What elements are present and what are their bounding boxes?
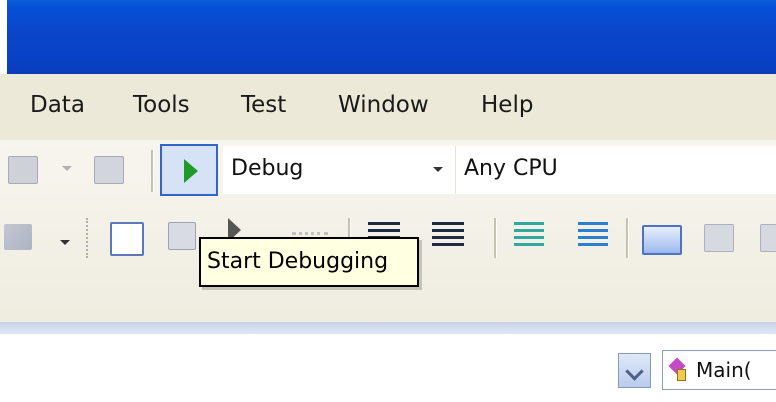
comment-lines-icon[interactable]: [514, 222, 544, 250]
type-dropdown-button[interactable]: [618, 353, 651, 388]
navigation-bar: [0, 322, 776, 402]
format-icon[interactable]: [4, 224, 32, 250]
tooltip: Start Debugging: [199, 237, 419, 287]
configuration-value: Debug: [231, 156, 304, 181]
member-combo[interactable]: Main(: [662, 350, 776, 390]
navigate-forward-icon[interactable]: [94, 156, 124, 184]
tooltip-text: Start Debugging: [207, 249, 389, 274]
menu-data[interactable]: Data: [30, 88, 85, 122]
navigate-dropdown-icon[interactable]: [62, 166, 72, 171]
toolbar-options-icon[interactable]: [60, 240, 70, 245]
copy-icon[interactable]: [168, 222, 196, 250]
toolbar-divider: [494, 218, 497, 258]
title-bar: [0, 0, 776, 74]
toolbar-grip[interactable]: [86, 218, 90, 258]
solution-platforms-combo[interactable]: Any CPU: [455, 146, 776, 194]
chevron-down-icon: [625, 362, 644, 381]
document-icon[interactable]: [110, 222, 144, 256]
chevron-down-icon[interactable]: [433, 167, 443, 172]
platform-value: Any CPU: [464, 156, 558, 181]
document-tab-strip: [0, 322, 776, 334]
play-icon: [184, 159, 198, 183]
previous-bookmark-icon[interactable]: [704, 224, 734, 252]
bookmark-icon[interactable]: [642, 225, 682, 255]
menu-test[interactable]: Test: [241, 88, 286, 122]
uncomment-lines-icon[interactable]: [578, 222, 608, 250]
start-debugging-button[interactable]: [160, 144, 218, 196]
toolbar-divider: [151, 150, 154, 192]
increase-indent-icon[interactable]: [432, 222, 464, 250]
lock-icon: [677, 369, 686, 381]
toolbar-divider: [626, 218, 629, 258]
member-value: Main(: [696, 358, 752, 382]
menu-help[interactable]: Help: [481, 88, 533, 122]
next-bookmark-icon[interactable]: [760, 224, 776, 252]
title-bar-edge: [0, 0, 7, 74]
solution-configurations-combo[interactable]: Debug: [223, 146, 455, 194]
navigate-backward-icon[interactable]: [8, 156, 38, 184]
menu-bar: Data Tools Test Window Help: [0, 74, 776, 140]
menu-tools[interactable]: Tools: [133, 88, 190, 122]
menu-window[interactable]: Window: [338, 88, 429, 122]
